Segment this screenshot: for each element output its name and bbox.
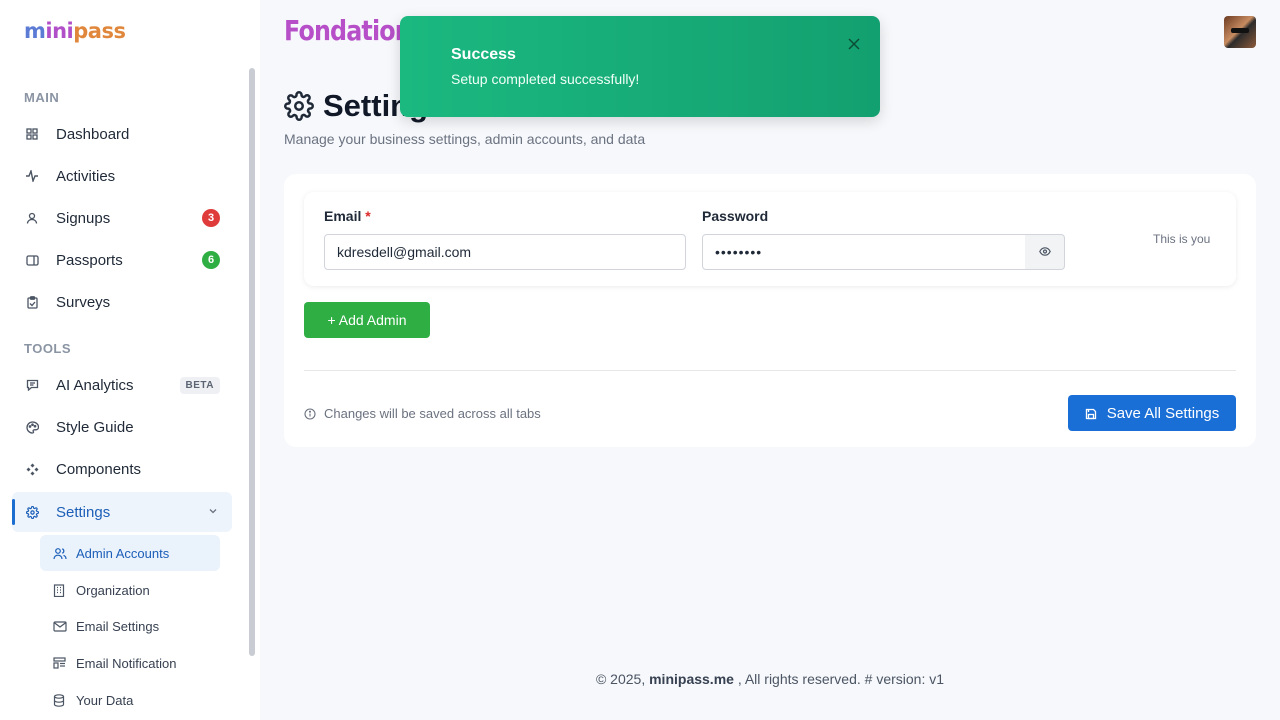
template-icon (53, 656, 67, 670)
sidebar-subitem-label: Your Data (76, 692, 134, 708)
sidebar-item-label: AI Analytics (56, 376, 134, 394)
sidebar-item-surveys[interactable]: Surveys (12, 282, 232, 322)
user-icon (24, 210, 40, 226)
save-note-text: Changes will be saved across all tabs (324, 406, 541, 421)
components-icon (24, 461, 40, 477)
footer-copyright: © 2025, (595, 671, 650, 687)
ticket-icon (24, 252, 40, 268)
active-indicator (12, 499, 15, 525)
sidebar-item-dashboard[interactable]: Dashboard (12, 114, 232, 154)
save-all-settings-button[interactable]: Save All Settings (1068, 395, 1236, 431)
clipboard-icon (24, 294, 40, 310)
sidebar-item-ai-analytics[interactable]: AI Analytics BETA (12, 365, 232, 405)
password-field[interactable]: •••••••• (702, 234, 1026, 270)
password-label: Password (702, 208, 769, 224)
add-admin-button[interactable]: + Add Admin (304, 302, 430, 338)
email-field[interactable]: kdresdell@gmail.com (324, 234, 686, 270)
sidebar-subitem-email-settings[interactable]: Email Settings (40, 608, 220, 644)
chat-icon (24, 377, 40, 393)
divider (304, 370, 1236, 371)
sidebar-subitem-label: Email Settings (76, 618, 160, 634)
gear-icon (24, 504, 40, 520)
palette-icon (24, 419, 40, 435)
save-icon (1085, 407, 1097, 420)
sidebar-subitem-label: Organization (76, 582, 150, 598)
self-indicator: This is you (1153, 232, 1211, 246)
email-label: Email * (324, 208, 371, 224)
section-title-tools: TOOLS (24, 341, 72, 356)
chevron-down-icon[interactable] (208, 503, 218, 521)
info-icon (304, 407, 316, 420)
logo-part-2: ini (45, 19, 74, 43)
sidebar-item-label: Activities (56, 167, 116, 185)
admin-accounts-card: Email * kdresdell@gmail.com Password •••… (284, 174, 1256, 447)
database-icon (53, 693, 67, 707)
sidebar-item-style-guide[interactable]: Style Guide (12, 407, 232, 447)
gear-icon (284, 91, 314, 121)
sidebar-item-activities[interactable]: Activities (12, 156, 232, 196)
page-subtitle: Manage your business settings, admin acc… (284, 131, 646, 147)
save-note: Changes will be saved across all tabs (304, 406, 541, 421)
eye-icon (1038, 243, 1051, 261)
footer-site-link[interactable]: minipass.me (649, 671, 734, 687)
sidebar: minipass MAIN Dashboard Activities Signu… (0, 0, 260, 720)
section-title-main: MAIN (24, 90, 60, 105)
minipass-logo[interactable]: minipass (24, 19, 126, 43)
show-password-button[interactable] (1025, 234, 1065, 270)
save-all-settings-label: Save All Settings (1106, 404, 1220, 422)
sidebar-item-label: Surveys (56, 293, 111, 311)
beta-badge: BETA (179, 376, 220, 394)
sidebar-item-label: Signups (56, 209, 111, 227)
sidebar-item-signups[interactable]: Signups 3 (12, 198, 232, 238)
sidebar-item-label: Style Guide (56, 418, 134, 436)
sidebar-item-label: Passports (56, 251, 123, 269)
mail-icon (53, 619, 67, 633)
users-icon (53, 546, 67, 560)
sidebar-item-settings[interactable]: Settings (12, 492, 232, 532)
sidebar-item-components[interactable]: Components (12, 449, 232, 489)
sidebar-subitem-label: Email Notification (76, 655, 177, 671)
activity-icon (24, 168, 40, 184)
toast-title: Success (451, 46, 516, 63)
footer: © 2025, minipass.me , All rights reserve… (284, 671, 1256, 687)
avatar[interactable] (1224, 16, 1256, 48)
sidebar-subitem-your-data[interactable]: Your Data (40, 682, 220, 718)
success-toast: Success Setup completed successfully! (400, 16, 880, 117)
logo-part-1: m (24, 19, 46, 43)
admin-row: Email * kdresdell@gmail.com Password •••… (304, 192, 1236, 286)
sidebar-item-label: Dashboard (56, 125, 130, 143)
sidebar-subitem-organization[interactable]: Organization (40, 572, 220, 608)
sidebar-subitem-admin-accounts[interactable]: Admin Accounts (40, 535, 220, 571)
sidebar-subitem-label: Admin Accounts (76, 545, 170, 561)
building-icon (53, 583, 67, 597)
organization-brand-title: Fondation (284, 14, 412, 47)
passports-count-badge: 6 (202, 251, 220, 269)
footer-rights: , All rights reserved. # version: v1 (733, 671, 945, 687)
email-label-text: Email (324, 208, 362, 224)
sidebar-item-label: Components (56, 460, 142, 478)
toast-message: Setup completed successfully! (451, 71, 640, 87)
sidebar-item-label: Settings (56, 503, 111, 521)
sidebar-item-passports[interactable]: Passports 6 (12, 240, 232, 280)
grid-icon (24, 126, 40, 142)
logo-part-3: pass (73, 19, 126, 43)
required-mark: * (365, 208, 371, 224)
signups-count-badge: 3 (202, 209, 220, 227)
sidebar-scrollbar[interactable] (249, 68, 255, 656)
close-icon[interactable] (844, 34, 864, 54)
avatar-glasses (1231, 28, 1249, 33)
sidebar-subitem-email-notification[interactable]: Email Notification (40, 645, 220, 681)
